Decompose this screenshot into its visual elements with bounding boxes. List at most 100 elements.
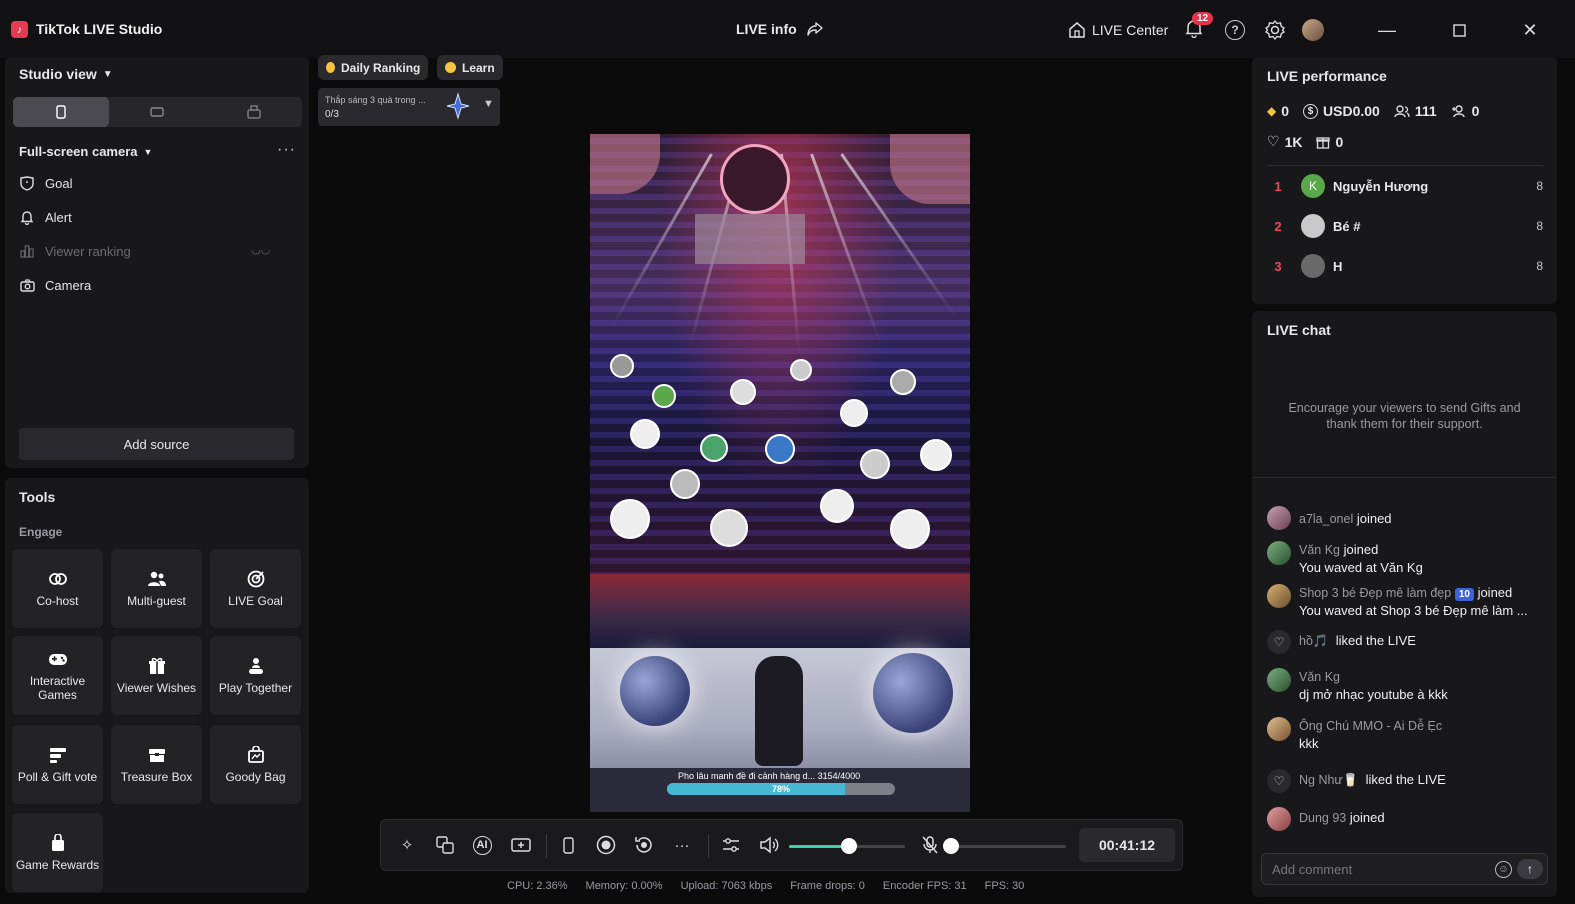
chat-user: hồ🎵 — [1299, 634, 1329, 648]
flame-icon — [326, 62, 335, 73]
chevron-down-icon[interactable]: ▼ — [483, 98, 494, 110]
chat-message[interactable]: ♡ hồ🎵 liked the LIVE — [1267, 630, 1547, 654]
mic-mute-button[interactable] — [919, 834, 941, 856]
magic-effects-button[interactable]: ✧ — [396, 834, 418, 856]
ranking-row[interactable]: 3 H 8 — [1267, 251, 1543, 281]
replay-icon — [635, 837, 652, 853]
volume-slider-handle[interactable] — [841, 838, 858, 854]
upload-stat: Upload: 7063 kbps — [680, 880, 773, 892]
live-preview[interactable]: Pho lâu manh đề đi cảnh hàng d... 3154/4… — [590, 134, 970, 812]
task-progress: 0/3 — [325, 109, 339, 120]
tool-play-together[interactable]: Play Together — [210, 636, 301, 715]
comment-input[interactable]: Add comment ☺ ↑ — [1261, 853, 1548, 885]
rank-score: 8 — [1536, 259, 1543, 273]
send-button[interactable]: ↑ — [1517, 859, 1543, 879]
live-center-button[interactable]: LIVE Center — [1068, 16, 1168, 44]
ai-button[interactable]: AI — [471, 834, 493, 856]
tool-live-goal[interactable]: LIVE Goal — [210, 549, 301, 628]
streamer — [755, 656, 803, 766]
portrait-preview-button[interactable] — [557, 834, 579, 856]
encoder-fps-stat: Encoder FPS: 31 — [882, 880, 967, 892]
audio-settings-button[interactable] — [720, 834, 742, 856]
tool-viewer-wishes[interactable]: Viewer Wishes — [111, 636, 202, 715]
task-text: Thắp sáng 3 quà trong ... — [325, 95, 426, 105]
target-icon — [246, 570, 266, 588]
tool-interactive-games[interactable]: Interactive Games — [12, 636, 103, 715]
mic-slider-handle[interactable] — [943, 838, 959, 854]
frame-drops-stat: Frame drops: 0 — [790, 880, 865, 892]
tool-poll-gift-vote[interactable]: Poll & Gift vote — [12, 725, 103, 804]
encourage-message: Encourage your viewers to send Gifts and… — [1288, 401, 1521, 431]
chat-message[interactable]: Dung 93 joined — [1267, 807, 1547, 831]
profile-avatar[interactable] — [1302, 19, 1324, 41]
tool-treasure-box[interactable]: Treasure Box — [111, 725, 202, 804]
earnings-stat: $ USD0.00 — [1303, 103, 1380, 119]
chat-action: liked the LIVE — [1335, 633, 1416, 648]
source-viewer-ranking[interactable]: Viewer ranking ◡◡ — [19, 243, 274, 259]
portrait-mode-button[interactable] — [13, 97, 110, 127]
chat-action: joined — [1349, 810, 1385, 825]
speaker-button[interactable] — [758, 834, 780, 856]
maximize-button[interactable] — [1447, 18, 1471, 42]
dj-stage-visual — [590, 134, 970, 648]
ranking-row[interactable]: 2 Bé # 8 — [1267, 211, 1543, 241]
source-label: Camera — [45, 277, 92, 293]
dual-screen-icon — [247, 105, 261, 119]
magic-wand-icon: ✧ — [400, 837, 414, 854]
live-chat-panel: LIVE chat Encourage your viewers to send… — [1252, 311, 1557, 897]
rank-user-name: Bé # — [1333, 218, 1361, 234]
chat-user: Dung 93 — [1299, 811, 1347, 825]
chat-message[interactable]: ♡ Ng Như🥛 liked the LIVE — [1267, 769, 1547, 793]
source-camera[interactable]: Camera — [19, 277, 91, 293]
chat-message[interactable]: Ông Chú MMO - Ai Dễ Ẹc kkk — [1267, 717, 1547, 751]
gem-star-icon — [446, 92, 470, 120]
emoji-icon[interactable]: ☺ — [1495, 861, 1512, 878]
chat-message[interactable]: a7la_onel joined — [1267, 506, 1547, 530]
daily-ranking-button[interactable]: Daily Ranking — [318, 55, 429, 80]
more-options-icon[interactable]: ··· — [277, 141, 296, 159]
dual-mode-button[interactable] — [206, 97, 302, 127]
record-icon — [596, 835, 616, 855]
gifts-stat: 0 — [1316, 134, 1343, 150]
close-button[interactable]: ✕ — [1518, 18, 1542, 42]
studio-view-dropdown[interactable]: Studio view ▼ — [19, 66, 113, 82]
hidden-eye-icon[interactable]: ◡◡ — [251, 243, 270, 256]
live-info-label: LIVE info — [736, 21, 797, 37]
chat-message[interactable]: Shop 3 bé Đẹp mê làm đẹp 10 joined You wa… — [1267, 584, 1547, 618]
tool-game-rewards[interactable]: Game Rewards — [12, 813, 103, 892]
add-source-button[interactable]: Add source — [19, 428, 294, 460]
viewer-crowd — [590, 339, 970, 589]
diamond-icon: ◆ — [1267, 104, 1277, 118]
tool-label: Co-host — [36, 593, 79, 608]
screen-share-button[interactable] — [510, 834, 532, 856]
settings-button[interactable] — [1264, 19, 1286, 41]
daily-task-card[interactable]: Thắp sáng 3 quà trong ... 0/3 ▼ — [318, 88, 500, 126]
bell-icon — [19, 209, 35, 225]
mic-slider[interactable] — [951, 845, 1066, 848]
daily-ranking-label: Daily Ranking — [341, 60, 421, 75]
translate-button[interactable] — [434, 834, 456, 856]
link-icon — [48, 570, 68, 588]
learn-button[interactable]: Learn — [437, 55, 503, 80]
tool-co-host[interactable]: Co-host — [12, 549, 103, 628]
record-button[interactable] — [595, 834, 617, 856]
chevron-down-icon: ▼ — [143, 146, 153, 157]
source-alert[interactable]: Alert — [19, 209, 72, 225]
viewers-stat: 111 — [1394, 103, 1437, 119]
source-goal[interactable]: Goal — [19, 175, 72, 191]
chat-message[interactable]: Văn Kg dj mở nhạc youtube à kkk — [1267, 668, 1547, 702]
replay-button[interactable] — [633, 834, 655, 856]
tool-multi-guest[interactable]: Multi-guest — [111, 549, 202, 628]
scene-dropdown[interactable]: Full-screen camera ▼ — [19, 144, 152, 159]
minimize-button[interactable]: — — [1375, 18, 1399, 42]
help-icon[interactable]: ? — [1225, 20, 1245, 40]
scene-label: Full-screen camera — [19, 144, 138, 159]
studio-view-label: Studio view — [19, 66, 97, 82]
ranking-row[interactable]: 1 K Nguyễn Hương 8 — [1267, 171, 1543, 201]
live-info-button[interactable]: LIVE info — [736, 21, 823, 37]
chat-action: joined — [1343, 542, 1379, 557]
chat-message[interactable]: Văn Kg joined You waved at Văn Kg — [1267, 541, 1547, 575]
tool-goody-bag[interactable]: Goody Bag — [210, 725, 301, 804]
landscape-mode-button[interactable] — [109, 97, 205, 127]
more-tools-button[interactable]: ··· — [671, 834, 693, 856]
